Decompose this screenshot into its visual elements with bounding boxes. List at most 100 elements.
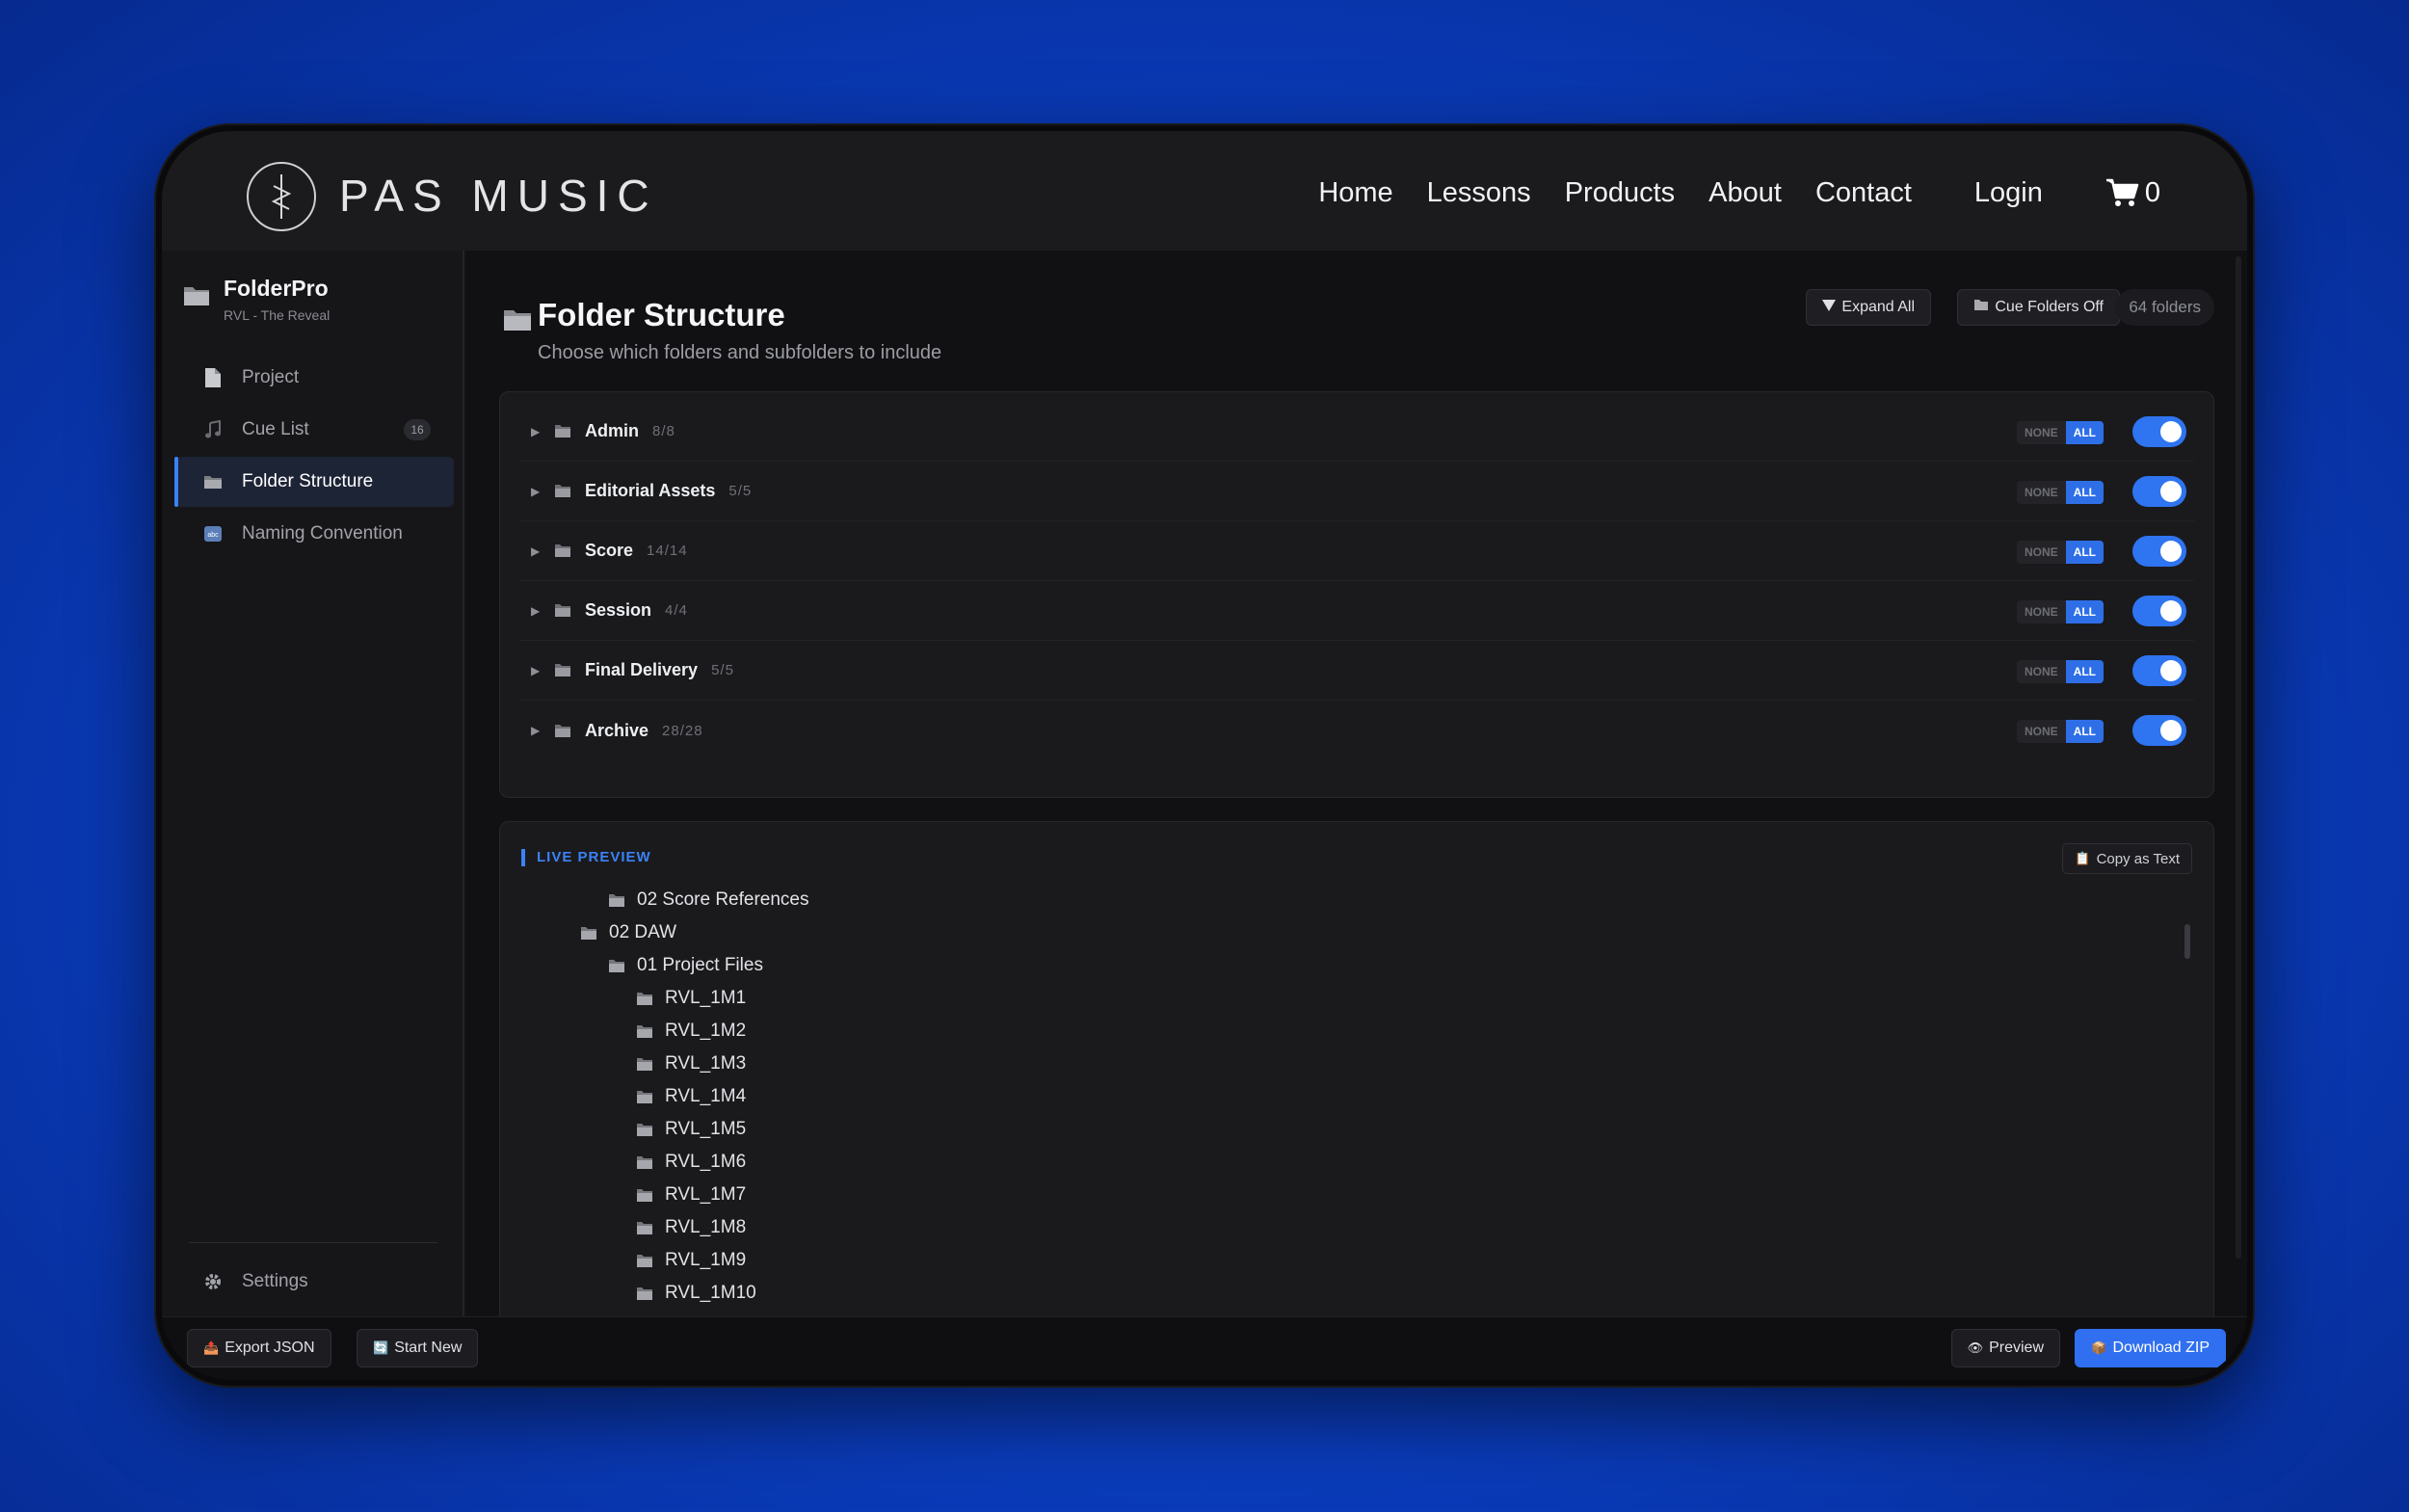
select-all-button[interactable]: ALL bbox=[2065, 421, 2104, 444]
nav-about[interactable]: About bbox=[1708, 177, 1782, 209]
login-link[interactable]: Login bbox=[1974, 177, 2043, 209]
start-new-label: Start New bbox=[394, 1340, 463, 1356]
select-all-button[interactable]: ALL bbox=[2065, 600, 2104, 623]
folder-row[interactable]: ▶ Session 4/4 NONE ALL bbox=[519, 581, 2194, 641]
nav-home[interactable]: Home bbox=[1318, 177, 1392, 209]
top-navigation: PAS MUSIC Home Lessons Products About Co… bbox=[162, 131, 2247, 251]
folder-selection-count: 4/4 bbox=[665, 602, 688, 619]
select-all-button[interactable]: ALL bbox=[2065, 481, 2104, 504]
sidebar-item-folder-structure[interactable]: Folder Structure bbox=[174, 457, 454, 507]
folder-tree-preview[interactable]: 02 Score References 02 DAW 01 Project File… bbox=[500, 884, 2175, 1360]
tree-folder-item: RVL_1M2 bbox=[636, 1015, 746, 1048]
folder-icon bbox=[636, 1188, 653, 1203]
page-scrollbar[interactable] bbox=[2236, 256, 2241, 1259]
copy-as-text-button[interactable]: 📋 Copy as Text bbox=[2062, 843, 2192, 874]
cue-folders-toggle-button[interactable]: Cue Folders Off bbox=[1957, 289, 2120, 326]
folder-icon bbox=[636, 1221, 653, 1235]
folder-icon bbox=[554, 603, 571, 618]
select-none-button[interactable]: NONE bbox=[2017, 660, 2066, 683]
folder-icon bbox=[636, 1254, 653, 1268]
select-none-button[interactable]: NONE bbox=[2017, 720, 2066, 743]
svg-text:abc: abc bbox=[207, 532, 219, 539]
folder-row[interactable]: ▶ Editorial Assets 5/5 NONE ALL bbox=[519, 462, 2194, 521]
export-json-button[interactable]: 📤 Export JSON bbox=[187, 1329, 331, 1367]
app-screen: PAS MUSIC Home Lessons Products About Co… bbox=[162, 131, 2247, 1380]
cart-icon bbox=[2105, 178, 2139, 206]
preview-label: Preview bbox=[1989, 1340, 2044, 1356]
select-all-button[interactable]: ALL bbox=[2065, 720, 2104, 743]
folder-enabled-toggle[interactable] bbox=[2132, 596, 2186, 626]
abc-icon: abc bbox=[203, 524, 223, 544]
cart-button[interactable]: 0 bbox=[2105, 177, 2160, 209]
tree-folder-name: RVL_1M4 bbox=[665, 1086, 747, 1106]
sidebar-item-label: Naming Convention bbox=[242, 523, 403, 544]
folder-name: Session bbox=[585, 600, 652, 620]
logo-icon[interactable] bbox=[247, 162, 316, 231]
folder-enabled-toggle[interactable] bbox=[2132, 655, 2186, 686]
download-zip-button[interactable]: 📦 Download ZIP bbox=[2075, 1329, 2226, 1367]
tree-folder-item: RVL_1M8 bbox=[636, 1211, 746, 1244]
expand-caret-icon[interactable]: ▶ bbox=[531, 425, 554, 438]
sidebar-item-cue-list[interactable]: Cue List 16 bbox=[174, 405, 454, 455]
tree-folder-item: 02 DAW bbox=[580, 916, 676, 949]
live-preview-label: LIVE PREVIEW bbox=[521, 849, 651, 866]
tree-folder-name: 02 Score References bbox=[637, 889, 809, 910]
folder-icon bbox=[636, 1024, 653, 1039]
folder-enabled-toggle[interactable] bbox=[2132, 536, 2186, 567]
folder-row[interactable]: ▶ Final Delivery 5/5 NONE ALL bbox=[519, 641, 2194, 701]
folder-row[interactable]: ▶ Score 14/14 NONE ALL bbox=[519, 521, 2194, 581]
sidebar-divider bbox=[189, 1242, 437, 1243]
cue-folders-label: Cue Folders Off bbox=[1995, 299, 2104, 315]
sidebar-item-label: Settings bbox=[242, 1271, 308, 1291]
sidebar-item-project[interactable]: Project bbox=[174, 353, 454, 403]
copy-as-text-label: Copy as Text bbox=[2096, 850, 2180, 867]
folder-icon bbox=[608, 959, 625, 973]
select-none-button[interactable]: NONE bbox=[2017, 600, 2066, 623]
select-none-button[interactable]: NONE bbox=[2017, 541, 2066, 564]
folder-row[interactable]: ▶ Admin 8/8 NONE ALL bbox=[519, 402, 2194, 462]
select-none-button[interactable]: NONE bbox=[2017, 421, 2066, 444]
folder-icon bbox=[636, 1090, 653, 1104]
tree-folder-name: RVL_1M3 bbox=[665, 1053, 747, 1074]
expand-caret-icon[interactable]: ▶ bbox=[531, 604, 554, 618]
folder-selection-count: 14/14 bbox=[647, 543, 688, 559]
expand-caret-icon[interactable]: ▶ bbox=[531, 544, 554, 558]
none-all-selector: NONE ALL bbox=[2017, 600, 2104, 623]
folder-row[interactable]: ▶ Archive 28/28 NONE ALL bbox=[519, 701, 2194, 760]
folder-enabled-toggle[interactable] bbox=[2132, 715, 2186, 746]
select-all-button[interactable]: ALL bbox=[2065, 541, 2104, 564]
expand-all-label: Expand All bbox=[1841, 299, 1915, 315]
expand-caret-icon[interactable]: ▶ bbox=[531, 724, 554, 737]
nav-contact[interactable]: Contact bbox=[1815, 177, 1912, 209]
preview-button[interactable]: 👁 Preview bbox=[1950, 1329, 2060, 1367]
tree-folder-item: 01 Project Files bbox=[608, 949, 763, 982]
select-none-button[interactable]: NONE bbox=[2017, 481, 2066, 504]
logo-text[interactable]: PAS MUSIC bbox=[339, 170, 658, 222]
eye-icon: 👁 bbox=[1967, 1340, 1984, 1355]
folder-icon bbox=[554, 663, 571, 677]
nav-products[interactable]: Products bbox=[1565, 177, 1675, 209]
nav-lessons[interactable]: Lessons bbox=[1427, 177, 1531, 209]
cue-count-badge: 16 bbox=[404, 419, 431, 440]
sidebar-item-label: Folder Structure bbox=[242, 471, 374, 491]
expand-all-button[interactable]: Expand All bbox=[1806, 289, 1931, 326]
preview-scrollbar[interactable] bbox=[2184, 924, 2190, 959]
start-new-button[interactable]: 🔄 Start New bbox=[357, 1329, 479, 1367]
folder-icon bbox=[1973, 299, 1989, 316]
folder-selection-count: 8/8 bbox=[652, 423, 675, 439]
sidebar-item-naming-convention[interactable]: abc Naming Convention bbox=[174, 509, 454, 559]
folder-icon bbox=[184, 287, 209, 305]
document-icon bbox=[203, 368, 223, 387]
tree-folder-name: 01 Project Files bbox=[637, 955, 763, 975]
folder-enabled-toggle[interactable] bbox=[2132, 416, 2186, 447]
folder-icon bbox=[554, 724, 571, 738]
filter-icon bbox=[1822, 299, 1837, 316]
expand-caret-icon[interactable]: ▶ bbox=[531, 485, 554, 498]
folder-enabled-toggle[interactable] bbox=[2132, 476, 2186, 507]
none-all-selector: NONE ALL bbox=[2017, 481, 2104, 504]
package-icon: 📦 bbox=[2091, 1340, 2107, 1355]
select-all-button[interactable]: ALL bbox=[2065, 660, 2104, 683]
expand-caret-icon[interactable]: ▶ bbox=[531, 664, 554, 677]
tree-folder-item: RVL_1M9 bbox=[636, 1244, 746, 1277]
sidebar-item-settings[interactable]: Settings bbox=[174, 1257, 454, 1307]
